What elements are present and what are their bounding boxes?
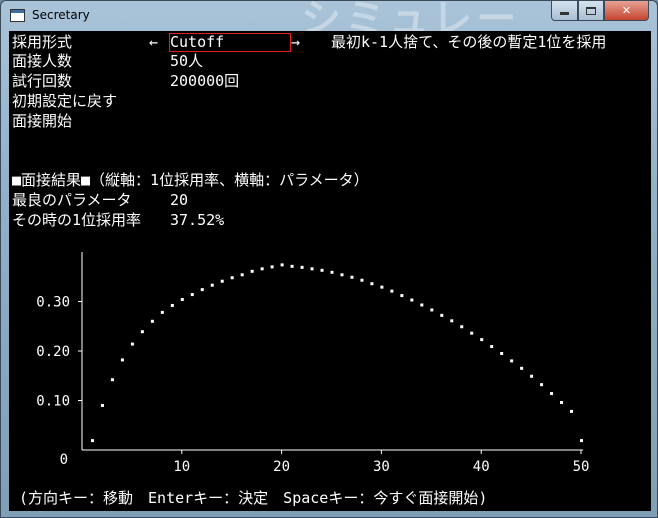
data-point bbox=[510, 359, 514, 363]
data-point bbox=[460, 325, 464, 329]
menu-label-hiring-method[interactable]: 採用形式 bbox=[12, 33, 72, 51]
best-rate-value: 37.52% bbox=[170, 211, 225, 229]
data-point bbox=[430, 308, 434, 312]
x-tick-label: 40 bbox=[473, 459, 490, 475]
data-point bbox=[270, 265, 274, 269]
right-arrow[interactable]: → bbox=[291, 33, 300, 51]
data-point bbox=[100, 403, 104, 407]
menu-label-trials[interactable]: 試行回数 bbox=[12, 72, 72, 90]
data-point bbox=[580, 439, 583, 443]
title-bar[interactable]: シミュレー Secretary ✕ bbox=[1, 1, 657, 31]
data-point bbox=[540, 383, 544, 387]
data-point bbox=[120, 358, 124, 362]
minimize-button[interactable] bbox=[551, 1, 578, 21]
close-icon: ✕ bbox=[621, 4, 632, 17]
result-chart: 0.10 0.20 0.30 0 10 20 30 40 50 bbox=[36, 252, 590, 475]
data-point bbox=[170, 303, 174, 307]
data-point bbox=[90, 439, 94, 443]
data-point bbox=[220, 279, 224, 283]
origin-label: 0 bbox=[60, 452, 68, 468]
data-point bbox=[390, 289, 394, 293]
data-point bbox=[200, 288, 204, 292]
data-point bbox=[260, 267, 264, 271]
x-tick-label: 30 bbox=[373, 459, 390, 475]
best-rate-label: その時の1位採用率 bbox=[12, 211, 142, 229]
data-point bbox=[560, 400, 564, 404]
background-window-text: シミュレー bbox=[301, 1, 521, 31]
data-point bbox=[210, 283, 214, 287]
data-point bbox=[240, 273, 244, 277]
data-point bbox=[470, 331, 474, 335]
data-point bbox=[530, 374, 534, 378]
x-tick-label: 20 bbox=[273, 459, 290, 475]
data-point bbox=[230, 276, 234, 280]
data-point bbox=[570, 409, 574, 413]
menu-label-interviewees[interactable]: 面接人数 bbox=[12, 52, 72, 70]
y-tick-label: 0.20 bbox=[36, 344, 70, 360]
trials-value[interactable]: 200000回 bbox=[170, 72, 239, 90]
method-description: 最初k-1人捨て、その後の暫定1位を採用 bbox=[331, 33, 607, 51]
data-point bbox=[250, 269, 254, 273]
window-title: Secretary bbox=[32, 8, 90, 22]
data-point bbox=[190, 293, 194, 297]
data-point bbox=[400, 294, 404, 298]
data-point bbox=[350, 275, 354, 279]
interviewees-value[interactable]: 50人 bbox=[170, 52, 203, 70]
data-point bbox=[360, 278, 364, 282]
best-parameter-value: 20 bbox=[170, 191, 189, 209]
data-point bbox=[420, 303, 424, 307]
x-tick-label: 10 bbox=[173, 459, 190, 475]
best-parameter-label: 最良のパラメータ bbox=[12, 191, 132, 209]
console-area: 採用形式 ← Cutoff → 最初k-1人捨て、その後の暫定1位を採用 面接人… bbox=[9, 31, 651, 511]
x-tick-label: 50 bbox=[573, 459, 590, 475]
data-point bbox=[150, 319, 154, 323]
data-point bbox=[140, 330, 144, 334]
data-point bbox=[300, 265, 304, 269]
close-button[interactable]: ✕ bbox=[604, 1, 649, 21]
data-point bbox=[160, 310, 164, 314]
minimize-icon bbox=[560, 12, 569, 15]
hiring-method-value[interactable]: Cutoff bbox=[170, 33, 224, 51]
menu-reset-defaults[interactable]: 初期設定に戻す bbox=[12, 92, 117, 110]
maximize-button[interactable] bbox=[578, 1, 604, 21]
data-point bbox=[290, 264, 294, 268]
data-point bbox=[110, 378, 114, 382]
left-arrow[interactable]: ← bbox=[149, 33, 158, 51]
app-window-icon bbox=[10, 9, 25, 22]
y-tick-label: 0.10 bbox=[36, 394, 70, 410]
data-point bbox=[380, 285, 384, 289]
data-point bbox=[310, 267, 314, 271]
maximize-icon bbox=[586, 6, 596, 15]
data-point bbox=[340, 273, 344, 277]
data-point bbox=[320, 268, 324, 272]
data-point bbox=[450, 319, 454, 323]
y-tick-label: 0.30 bbox=[36, 295, 70, 311]
app-window: シミュレー Secretary ✕ 採用形式 ← Cutoff → 最初k-1人… bbox=[0, 0, 658, 518]
data-point bbox=[330, 270, 334, 274]
data-point bbox=[550, 392, 554, 396]
data-point bbox=[520, 366, 524, 370]
data-point bbox=[440, 313, 444, 317]
data-point bbox=[180, 298, 184, 302]
data-point bbox=[500, 351, 504, 355]
data-point bbox=[490, 345, 494, 349]
data-point bbox=[370, 282, 374, 286]
data-point bbox=[130, 342, 134, 346]
key-hint-footer: (方向キー：移動 Enterキー：決定 Spaceキー：今すぐ面接開始) bbox=[19, 489, 488, 507]
menu-start-interview[interactable]: 面接開始 bbox=[12, 112, 72, 130]
data-point bbox=[410, 298, 414, 302]
results-heading: ■面接結果■（縦軸：1位採用率、横軸：パラメータ） bbox=[12, 171, 369, 189]
data-point bbox=[480, 338, 484, 342]
data-point bbox=[280, 263, 284, 267]
